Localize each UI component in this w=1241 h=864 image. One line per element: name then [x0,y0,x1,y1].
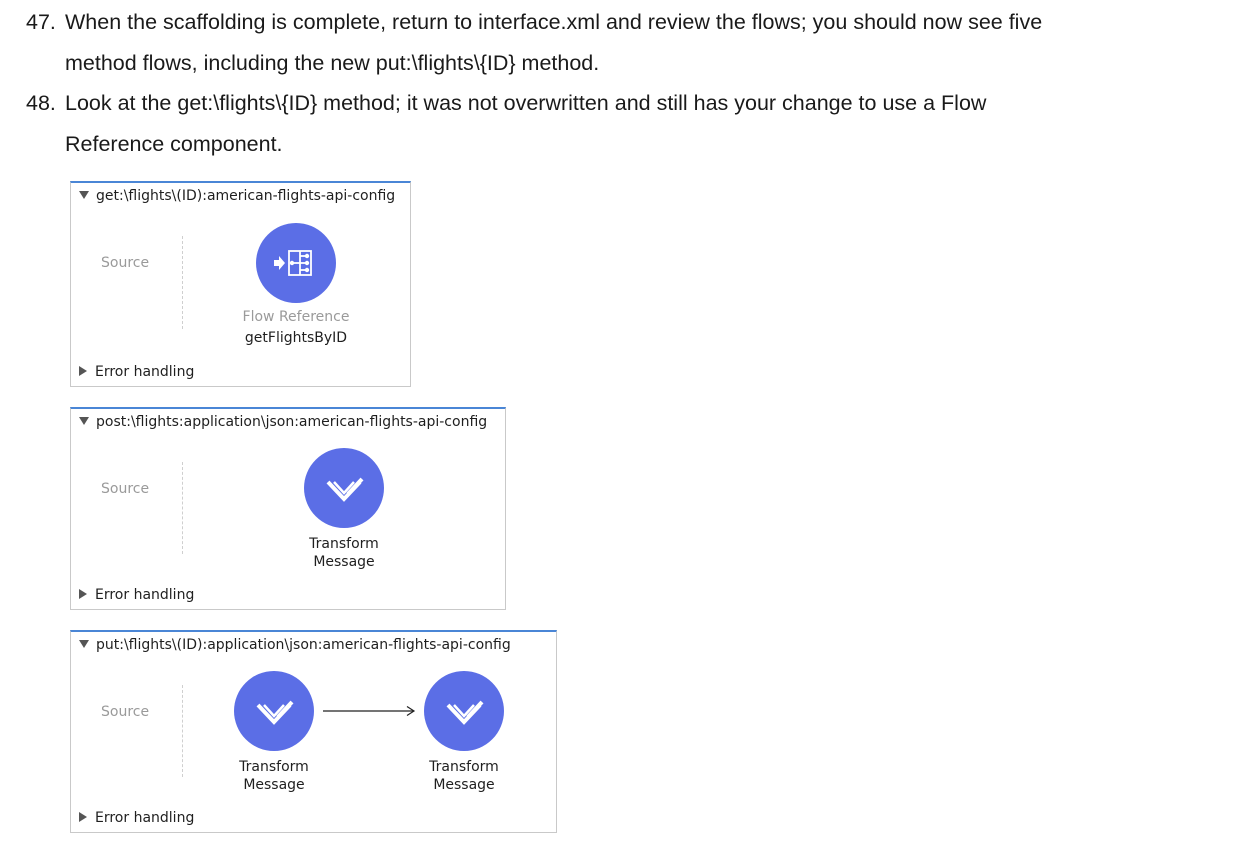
component-label: Transform Message [204,758,344,794]
component-label-line-1: Transform [309,536,379,552]
flow-reference-component[interactable] [256,223,336,303]
transform-message-icon [256,700,294,725]
flow-header[interactable]: post:\flights:application\json:american-… [79,414,487,430]
component-label-line-2: Message [433,777,495,793]
source-label[interactable]: Source [101,255,149,271]
step-text-line-1: When the scaffolding is complete, return… [65,10,1043,34]
flow-get-flights-by-id: get:\flights\(ID):american-flights-api-c… [70,181,411,387]
transform-message-icon [326,477,364,502]
transform-message-component[interactable] [424,671,504,751]
expand-triangle-icon [79,366,87,376]
source-label[interactable]: Source [101,704,149,720]
flow-title: get:\flights\(ID):american-flights-api-c… [96,188,396,204]
flow-connector-arrow-icon [323,705,416,717]
flow-post-flights: post:\flights:application\json:american-… [70,407,506,610]
expand-triangle-icon [79,589,87,599]
source-label[interactable]: Source [101,481,149,497]
transform-message-component[interactable] [234,671,314,751]
collapse-triangle-icon[interactable] [79,640,89,648]
source-divider [182,462,183,554]
error-handling-toggle[interactable]: Error handling [79,364,194,380]
source-divider [182,685,183,777]
error-handling-label: Error handling [95,364,195,380]
component-label-line-2: Message [313,554,375,570]
flow-header[interactable]: get:\flights\(ID):american-flights-api-c… [79,188,395,204]
error-handling-toggle[interactable]: Error handling [79,587,194,603]
component-label: Transform Message [274,535,414,571]
collapse-triangle-icon[interactable] [79,417,89,425]
flow-put-flights-by-id: put:\flights\(ID):application\json:ameri… [70,630,557,833]
collapse-triangle-icon[interactable] [79,191,89,199]
transform-message-icon [446,700,484,725]
step-number: 48. [26,91,56,115]
component-type-label: Flow Reference [242,309,350,325]
error-handling-label: Error handling [95,587,195,603]
source-divider [182,236,183,329]
step-text-line-1: Look at the get:\flights\{ID} method; it… [65,91,987,115]
step-number: 47. [26,10,56,34]
step-47: 47. When the scaffolding is complete, re… [26,2,1042,83]
error-handling-label: Error handling [95,810,195,826]
transform-message-component[interactable] [304,448,384,528]
step-text-line-2: method flows, including the new put:\fli… [65,50,600,75]
flow-header[interactable]: put:\flights\(ID):application\json:ameri… [79,637,511,653]
flow-reference-icon [274,250,312,276]
component-label-line-2: Message [243,777,305,793]
component-label-line-1: Transform [429,759,499,775]
expand-triangle-icon [79,812,87,822]
flow-title: put:\flights\(ID):application\json:ameri… [96,637,511,653]
step-text-line-2: Reference component. [65,131,283,156]
component-name-label: getFlightsByID [244,330,348,346]
component-label-line-1: Transform [239,759,309,775]
error-handling-toggle[interactable]: Error handling [79,810,194,826]
step-48: 48. Look at the get:\flights\{ID} method… [26,83,986,164]
component-label: Transform Message [394,758,534,794]
flow-title: post:\flights:application\json:american-… [96,414,488,430]
